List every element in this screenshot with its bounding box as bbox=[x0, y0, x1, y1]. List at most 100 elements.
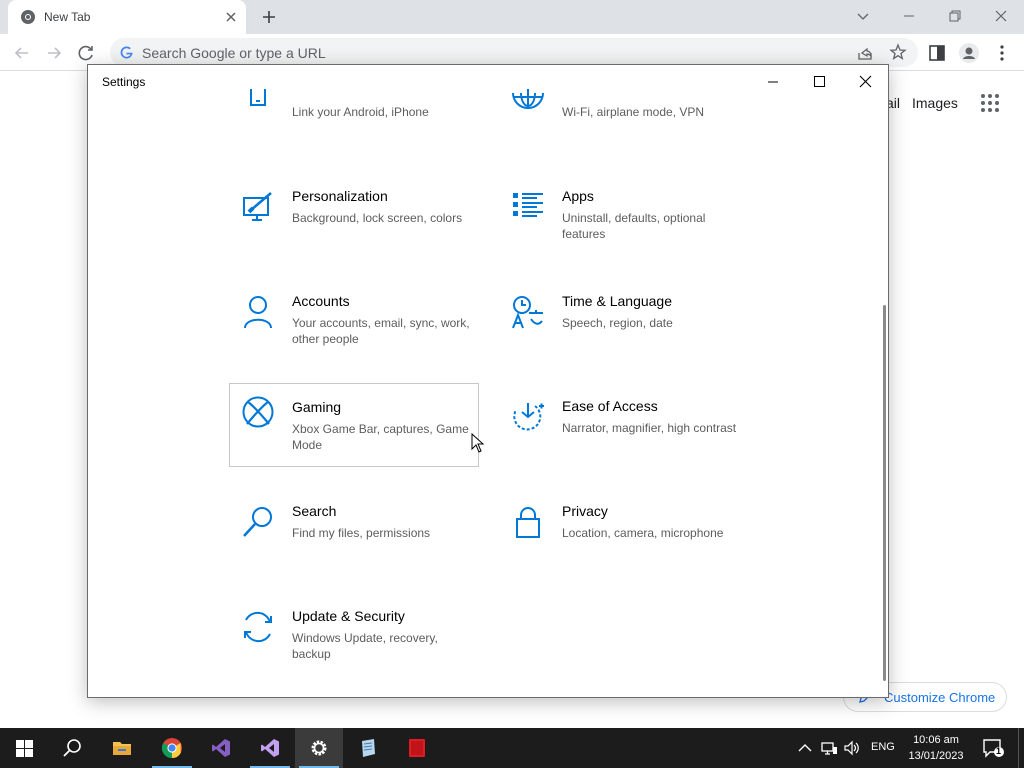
action-center-button[interactable]: 1 bbox=[982, 738, 1004, 758]
minimize-browser-icon[interactable] bbox=[896, 4, 922, 28]
taskbar-visual-studio-purple[interactable] bbox=[197, 728, 245, 768]
taskbar-chrome[interactable] bbox=[148, 728, 196, 768]
taskbar-red-app[interactable] bbox=[393, 728, 441, 768]
settings-tile-network[interactable]: Wi-Fi, airplane mode, VPN bbox=[499, 77, 749, 161]
personalization-icon bbox=[243, 192, 272, 221]
tile-title: Ease of Access bbox=[562, 398, 658, 414]
close-icon[interactable] bbox=[845, 69, 885, 95]
clock[interactable]: 10:06 am 13/01/2023 bbox=[900, 732, 972, 764]
tile-title: Update & Security bbox=[292, 608, 405, 624]
google-g-icon bbox=[120, 46, 133, 59]
gear-icon bbox=[311, 740, 327, 756]
tile-title: Time & Language bbox=[562, 293, 672, 309]
windows-taskbar: ENG 10:06 am 13/01/2023 1 bbox=[0, 728, 1024, 768]
language-indicator[interactable]: ENG bbox=[871, 741, 895, 753]
clock-time: 10:06 am bbox=[913, 734, 959, 746]
close-browser-icon[interactable] bbox=[988, 4, 1014, 28]
red-app-icon bbox=[409, 739, 425, 757]
taskbar-settings[interactable] bbox=[295, 728, 343, 768]
omnibox[interactable]: Search Google or type a URL bbox=[110, 38, 918, 67]
settings-window: Settings Link your Android, iPhone Wi-Fi… bbox=[87, 64, 889, 698]
taskbar-file-explorer[interactable] bbox=[98, 728, 146, 768]
reload-icon[interactable] bbox=[75, 42, 97, 64]
settings-tile-accounts[interactable]: Accounts Your accounts, email, sync, wor… bbox=[229, 287, 479, 371]
images-link[interactable]: Images bbox=[912, 95, 958, 111]
tile-description: Uninstall, defaults, optional features bbox=[562, 211, 706, 241]
folder-icon bbox=[113, 742, 131, 755]
settings-tile-apps[interactable]: Apps Uninstall, defaults, optional featu… bbox=[499, 182, 749, 266]
forward-icon[interactable] bbox=[43, 42, 65, 64]
clock-date: 13/01/2023 bbox=[908, 750, 964, 762]
search-icon bbox=[63, 739, 81, 757]
back-icon[interactable] bbox=[11, 42, 33, 64]
tab-search-chevron-icon[interactable] bbox=[850, 4, 876, 28]
settings-tile-time-language[interactable]: Time & Language Speech, region, date bbox=[499, 287, 749, 371]
settings-tile-update-security[interactable]: Update & Security Windows Update, recove… bbox=[229, 602, 479, 686]
settings-tile-gaming[interactable]: Gaming Xbox Game Bar, captures, Game Mod… bbox=[229, 383, 479, 467]
chrome-menu-icon[interactable] bbox=[991, 42, 1013, 64]
settings-window-title: Settings bbox=[102, 75, 146, 89]
settings-tile-phone[interactable]: Link your Android, iPhone bbox=[229, 77, 479, 161]
close-tab-icon[interactable] bbox=[222, 8, 240, 26]
tile-title: Search bbox=[292, 503, 337, 519]
mouse-cursor-icon bbox=[471, 433, 485, 453]
time-language-icon bbox=[512, 296, 543, 329]
omnibox-placeholder: Search Google or type a URL bbox=[142, 45, 326, 61]
tile-title: Apps bbox=[562, 188, 594, 204]
notification-count: 1 bbox=[996, 746, 1002, 756]
tile-description: Your accounts, email, sync, work, other … bbox=[292, 316, 470, 346]
tab-title: New Tab bbox=[44, 10, 91, 24]
maximize-icon[interactable] bbox=[799, 69, 839, 95]
network-icon[interactable] bbox=[820, 739, 838, 757]
taskbar-search-button[interactable] bbox=[48, 728, 96, 768]
person-icon bbox=[244, 296, 272, 329]
taskbar-notes-app[interactable] bbox=[344, 728, 392, 768]
tab-new-tab[interactable]: New Tab bbox=[8, 0, 246, 34]
tile-title: Privacy bbox=[562, 503, 608, 519]
settings-tile-search[interactable]: Search Find my files, permissions bbox=[229, 497, 479, 581]
tile-title: Accounts bbox=[292, 293, 350, 309]
start-button[interactable] bbox=[0, 728, 48, 768]
restore-browser-icon[interactable] bbox=[942, 4, 968, 28]
chrome-icon bbox=[161, 738, 182, 759]
settings-tile-ease-of-access[interactable]: Ease of Access Narrator, magnifier, high… bbox=[499, 392, 749, 476]
settings-scrollbar[interactable] bbox=[883, 305, 886, 681]
minimize-icon[interactable] bbox=[753, 69, 793, 95]
customize-chrome-label: Customize Chrome bbox=[884, 690, 996, 705]
tile-description: Background, lock screen, colors bbox=[292, 211, 463, 225]
tile-description: Xbox Game Bar, captures, Game Mode bbox=[292, 422, 469, 452]
sync-icon bbox=[244, 611, 272, 643]
chrome-tab-strip: New Tab bbox=[0, 0, 1024, 34]
globe-icon bbox=[512, 89, 544, 109]
apps-list-icon bbox=[513, 193, 543, 217]
share-icon[interactable] bbox=[856, 44, 874, 62]
tile-description: Link your Android, iPhone bbox=[292, 105, 429, 119]
xbox-icon bbox=[242, 396, 274, 428]
visual-studio-icon bbox=[212, 739, 230, 757]
tile-title: Gaming bbox=[292, 399, 342, 415]
profile-avatar-icon[interactable] bbox=[958, 42, 980, 64]
chrome-favicon-icon bbox=[21, 10, 35, 24]
lock-icon bbox=[516, 507, 540, 538]
side-panel-icon[interactable] bbox=[926, 42, 948, 64]
ease-of-access-icon bbox=[513, 403, 544, 431]
visual-studio-icon bbox=[261, 739, 279, 757]
tile-title: Personalization bbox=[292, 188, 388, 204]
settings-tile-personalization[interactable]: Personalization Background, lock screen,… bbox=[229, 182, 479, 266]
tile-description: Find my files, permissions bbox=[292, 526, 431, 540]
show-desktop-button[interactable] bbox=[1018, 728, 1024, 768]
taskbar-visual-studio[interactable] bbox=[246, 728, 294, 768]
notepad-icon bbox=[362, 739, 375, 757]
tile-description: Wi-Fi, airplane mode, VPN bbox=[562, 105, 705, 119]
tile-description: Windows Update, recovery, backup bbox=[292, 631, 438, 661]
bookmark-star-icon[interactable] bbox=[889, 43, 907, 61]
google-apps-grid-icon[interactable] bbox=[980, 93, 1000, 113]
new-tab-icon[interactable] bbox=[258, 6, 280, 28]
tile-description: Speech, region, date bbox=[562, 316, 673, 330]
tile-description: Narrator, magnifier, high contrast bbox=[562, 421, 737, 435]
tile-description: Location, camera, microphone bbox=[562, 526, 724, 540]
chevron-up-icon[interactable] bbox=[796, 739, 814, 757]
phone-icon bbox=[250, 89, 266, 106]
settings-tile-privacy[interactable]: Privacy Location, camera, microphone bbox=[499, 497, 749, 581]
volume-icon[interactable] bbox=[843, 739, 861, 757]
